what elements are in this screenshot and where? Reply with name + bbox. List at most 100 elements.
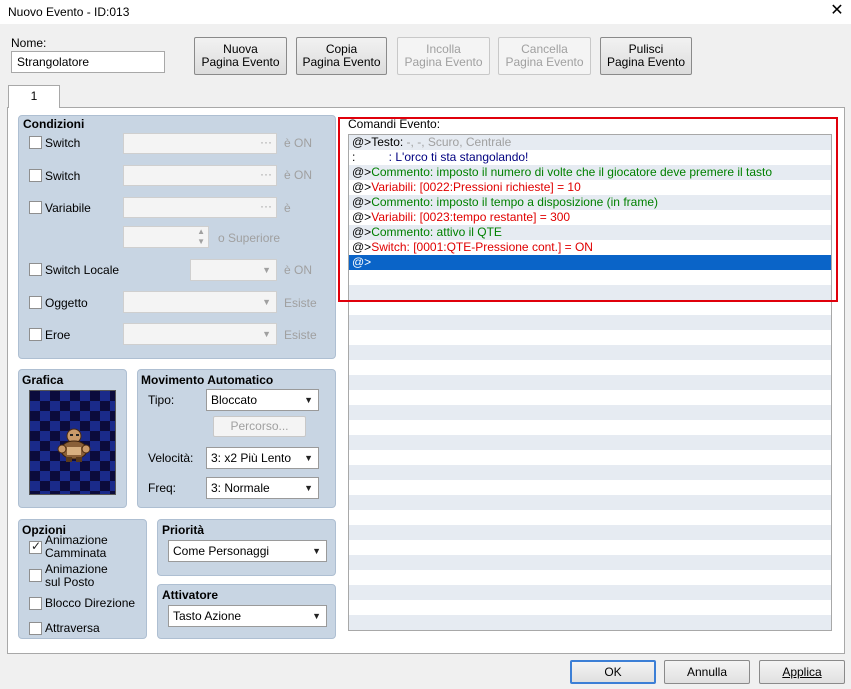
trigger-dropdown[interactable]: Tasto Azione ▼ (168, 605, 327, 627)
tab-page-1-label: 1 (30, 89, 38, 103)
copy-page-button[interactable]: Copia Pagina Evento (296, 37, 387, 75)
empty-row (349, 570, 831, 585)
self-switch-dropdown[interactable]: ▼ (190, 259, 277, 281)
actor-suffix: Esiste (284, 328, 317, 342)
autonomous-movement-title: Movimento Automatico (141, 373, 274, 387)
cancel-button[interactable]: Annulla (664, 660, 750, 684)
empty-row (349, 390, 831, 405)
stepping-anim-line2: sul Posto (45, 575, 95, 589)
empty-row (349, 480, 831, 495)
variable-label: Variabile (45, 201, 91, 215)
variable-selector[interactable]: ··· (123, 197, 277, 218)
variable-or-higher: o Superiore (218, 231, 281, 245)
through-checkbox[interactable] (29, 622, 42, 635)
direction-fix-label: Blocco Direzione (45, 596, 136, 610)
chevron-down-icon: ▼ (304, 453, 313, 463)
empty-row (349, 585, 831, 600)
priority-dropdown[interactable]: Come Personaggi ▼ (168, 540, 327, 562)
empty-row (349, 510, 831, 525)
item-dropdown[interactable]: ▼ (123, 291, 277, 313)
ok-label: OK (604, 664, 622, 679)
empty-row (349, 495, 831, 510)
move-type-label: Tipo: (148, 393, 175, 407)
move-freq-label: Freq: (148, 481, 177, 495)
cancel-label: Annulla (686, 664, 728, 679)
switch1-selector[interactable]: ··· (123, 133, 277, 154)
move-type-value: Bloccato (211, 393, 258, 407)
ellipsis-icon: ··· (260, 199, 272, 213)
chevron-down-icon: ▼ (262, 329, 271, 339)
switch2-selector[interactable]: ··· (123, 165, 277, 186)
clear-page-line2: Pagina Evento (606, 55, 686, 69)
actor-checkbox[interactable] (29, 328, 42, 341)
stepping-anim-checkbox[interactable] (29, 569, 42, 582)
move-route-button[interactable]: Percorso... (213, 416, 306, 437)
empty-row (349, 450, 831, 465)
walking-anim-line1: Animazione (45, 533, 108, 547)
switch2-suffix: è ON (284, 168, 313, 182)
item-checkbox[interactable] (29, 296, 42, 309)
stepping-anim-line1: Animazione (45, 562, 108, 576)
direction-fix-checkbox[interactable] (29, 597, 42, 610)
chevron-down-icon: ▼ (304, 395, 313, 405)
name-input[interactable]: Strangolatore (11, 51, 165, 73)
chevron-down-icon: ▼ (262, 265, 271, 275)
delete-page-button[interactable]: Cancella Pagina Evento (498, 37, 591, 75)
tab-page-1[interactable]: 1 (8, 85, 60, 108)
actor-dropdown[interactable]: ▼ (123, 323, 277, 345)
empty-row (349, 435, 831, 450)
checkmark-icon: ✓ (30, 539, 42, 553)
move-speed-value: 3: x2 Più Lento (211, 451, 292, 465)
move-type-dropdown[interactable]: Bloccato ▼ (206, 389, 319, 411)
move-route-label: Percorso... (230, 419, 289, 433)
empty-row (349, 405, 831, 420)
new-page-button[interactable]: Nuova Pagina Evento (194, 37, 287, 75)
switch1-suffix: è ON (284, 136, 313, 150)
title-bar: Nuovo Evento - ID:013 ✕ (0, 0, 851, 24)
move-freq-dropdown[interactable]: 3: Normale ▼ (206, 477, 319, 499)
move-freq-value: 3: Normale (211, 481, 270, 495)
move-speed-dropdown[interactable]: 3: x2 Più Lento ▼ (206, 447, 319, 469)
walking-anim-line2: Camminata (45, 546, 107, 560)
empty-row (349, 600, 831, 615)
apply-label: Applica (782, 664, 822, 679)
empty-row (349, 360, 831, 375)
chevron-down-icon: ▼ (262, 297, 271, 307)
apply-button[interactable]: Applica (759, 660, 845, 684)
conditions-title: Condizioni (23, 117, 85, 131)
ellipsis-icon: ··· (260, 167, 272, 181)
ok-button[interactable]: OK (570, 660, 656, 684)
clear-page-button[interactable]: Pulisci Pagina Evento (600, 37, 692, 75)
walking-anim-label: Animazione Camminata (45, 534, 108, 560)
item-suffix: Esiste (284, 296, 317, 310)
self-switch-checkbox[interactable] (29, 263, 42, 276)
priority-title: Priorità (162, 523, 205, 537)
variable-checkbox[interactable] (29, 201, 42, 214)
new-page-line2: Pagina Evento (201, 55, 280, 69)
delete-page-line2: Pagina Evento (505, 55, 584, 69)
walking-anim-checkbox[interactable]: ✓ (29, 539, 42, 554)
event-graphic-preview[interactable] (29, 390, 116, 495)
variable-value-spinner[interactable]: ▲ ▼ (123, 226, 209, 248)
close-icon[interactable]: ✕ (828, 2, 846, 20)
empty-row (349, 540, 831, 555)
empty-row (349, 375, 831, 390)
empty-row (349, 615, 831, 630)
empty-row (349, 315, 831, 330)
graphic-title: Grafica (22, 373, 64, 387)
self-switch-label: Switch Locale (45, 263, 120, 277)
chevron-down-icon: ▼ (312, 611, 321, 621)
orc-sprite-icon (57, 428, 91, 462)
chevron-down-icon: ▼ (304, 483, 313, 493)
ellipsis-icon: ··· (260, 135, 272, 149)
switch2-checkbox[interactable] (29, 169, 42, 182)
chevron-down-icon: ▼ (312, 546, 321, 556)
trigger-value: Tasto Azione (173, 609, 242, 623)
item-label: Oggetto (45, 296, 88, 310)
move-speed-label: Velocità: (148, 451, 194, 465)
name-label: Nome: (11, 36, 47, 50)
paste-page-button[interactable]: Incolla Pagina Evento (397, 37, 490, 75)
switch1-checkbox[interactable] (29, 136, 42, 149)
empty-row (349, 345, 831, 360)
name-value: Strangolatore (17, 55, 90, 69)
